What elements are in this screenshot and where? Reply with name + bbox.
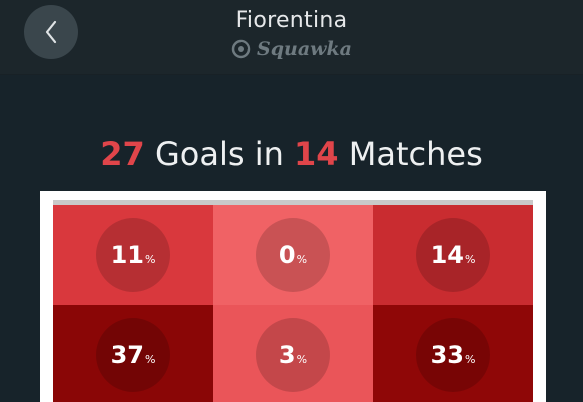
zone-unit: % bbox=[464, 252, 476, 266]
zone-cell[interactable]: 3% bbox=[213, 305, 373, 402]
zone-cell[interactable]: 14% bbox=[373, 205, 533, 305]
zone-unit: % bbox=[296, 352, 308, 366]
main-content: 27 Goals in 14 Matches 11% 0% 14 % 37 % … bbox=[0, 75, 583, 402]
zone-value: 33 bbox=[430, 341, 464, 369]
zone-cell[interactable]: 0% bbox=[213, 205, 373, 305]
zone-unit: % bbox=[296, 252, 308, 266]
app-screen: Fiorentina Squawka 27 Goals in 14 Matche… bbox=[0, 0, 583, 402]
zone-circle: 37% bbox=[96, 318, 170, 392]
goals-headline: 27 Goals in 14 Matches bbox=[0, 135, 583, 173]
zone-value: 11 bbox=[110, 241, 144, 269]
brand-logo: Squawka bbox=[0, 38, 583, 60]
goals-count: 27 bbox=[100, 135, 145, 173]
zone-cell[interactable]: 37% bbox=[53, 305, 213, 402]
goals-label: Goals in bbox=[154, 135, 284, 173]
zone-value: 37 bbox=[110, 341, 144, 369]
zone-value: 3 bbox=[278, 341, 296, 369]
matches-count: 14 bbox=[294, 135, 339, 173]
zone-value: 0 bbox=[278, 241, 296, 269]
zone-cell[interactable]: 33% bbox=[373, 305, 533, 402]
zone-circle: 11% bbox=[96, 218, 170, 292]
zone-value: 14 bbox=[430, 241, 464, 269]
zone-unit: % bbox=[144, 252, 156, 266]
zone-circle: 0% bbox=[256, 218, 330, 292]
zone-circle: 14% bbox=[416, 218, 490, 292]
matches-label: Matches bbox=[348, 135, 483, 173]
goal-zone-pitch: 11% 0% 14% 37% 3 % 33 % bbox=[40, 191, 546, 402]
zone-cell[interactable]: 11% bbox=[53, 205, 213, 305]
top-bar: Fiorentina Squawka bbox=[0, 0, 583, 75]
zone-grid: 11% 0% 14% 37% 3 % 33 % bbox=[53, 205, 533, 402]
zone-unit: % bbox=[464, 352, 476, 366]
brand-name: Squawka bbox=[257, 38, 352, 60]
squawka-logo-icon bbox=[231, 39, 251, 59]
page-title: Fiorentina bbox=[235, 8, 348, 33]
zone-circle: 33% bbox=[416, 318, 490, 392]
zone-circle: 3% bbox=[256, 318, 330, 392]
zone-unit: % bbox=[144, 352, 156, 366]
